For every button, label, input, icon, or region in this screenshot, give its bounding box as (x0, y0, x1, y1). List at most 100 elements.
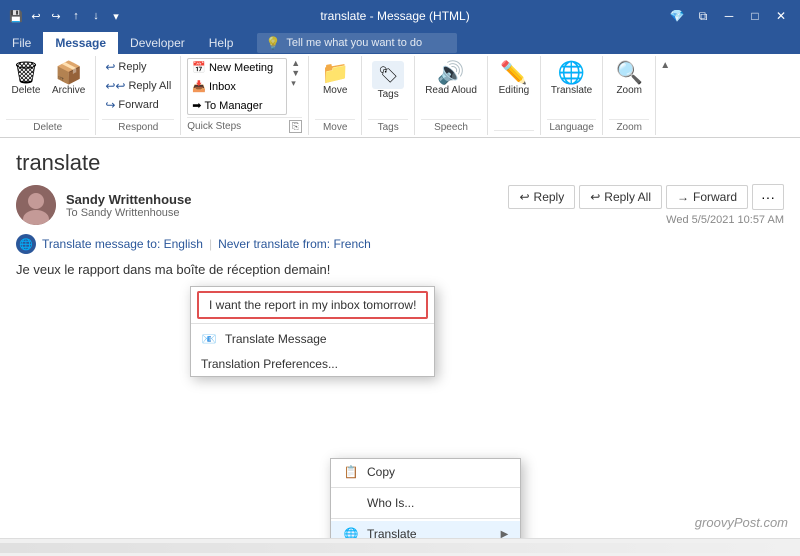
editing-buttons: ✏️ Editing (494, 58, 534, 128)
redo-icon[interactable]: ↪ (48, 8, 64, 24)
ribbon-content: 🗑 Delete 📦 Archive Delete ↩ R (0, 54, 800, 137)
watermark: groovyPost.com (695, 515, 788, 530)
tab-developer[interactable]: Developer (118, 32, 197, 54)
translationprefs-item[interactable]: Translation Preferences... (191, 352, 434, 376)
ribbon-group-delete: 🗑 Delete 📦 Archive Delete (0, 56, 96, 135)
respond-small-buttons: ↩ Reply ↩↩ Reply All ↪ Forward (102, 58, 174, 114)
move-button[interactable]: 📁 Move (315, 58, 355, 99)
zoom-button[interactable]: 🔍 Zoom (609, 58, 649, 99)
delete-icon: 🗑 (12, 61, 40, 85)
translatemessage-item[interactable]: 📧 Translate Message (191, 326, 434, 352)
submenu-separator (191, 323, 434, 324)
window-controls: 💎 ⧉ ─ □ ✕ (666, 5, 792, 27)
tags-button[interactable]: 🏷 Tags (368, 58, 408, 103)
titlebar: 💾 ↩ ↪ ↑ ↓ ▾ translate - Message (HTML) 💎… (0, 0, 800, 32)
email-content-area: translate Sandy Writtenhouse (0, 138, 800, 538)
ctx-copy[interactable]: 📋 Copy (331, 459, 520, 485)
language-buttons: 🌐 Translate (547, 58, 596, 117)
delete-group-buttons: 🗑 Delete 📦 Archive (6, 58, 89, 117)
delete-button[interactable]: 🗑 Delete (6, 58, 46, 99)
translate-separator: | (209, 237, 212, 251)
qs-expand-arrow[interactable]: ▾ (289, 78, 302, 89)
titlebar-left: 💾 ↩ ↪ ↑ ↓ ▾ (8, 8, 124, 24)
translate-icon: 🌐 (558, 61, 585, 85)
editing-group-label (494, 130, 534, 133)
ctx-translate-icon: 🌐 (343, 526, 359, 538)
respond-group-label: Respond (102, 119, 174, 133)
email-subject: translate (16, 150, 784, 176)
translate-globe-icon: 🌐 (16, 234, 36, 254)
more-options-button[interactable]: ··· (752, 184, 784, 210)
ctx-translate[interactable]: 🌐 Translate ▶ (331, 521, 520, 538)
tomanager-button[interactable]: ➡ To Manager (188, 97, 286, 114)
translate-ribbon-button[interactable]: 🌐 Translate (547, 58, 596, 99)
zoom-group-label: Zoom (609, 119, 649, 133)
save-icon[interactable]: 💾 (8, 8, 24, 24)
app-container: 💾 ↩ ↪ ↑ ↓ ▾ translate - Message (HTML) 💎… (0, 0, 800, 556)
inbox-button[interactable]: 📥 Inbox (188, 78, 286, 95)
readaloud-button[interactable]: 🔊 Read Aloud (421, 58, 481, 99)
forward-arrow-icon: → (677, 190, 689, 204)
respond-group-buttons: ↩ Reply ↩↩ Reply All ↪ Forward (102, 58, 174, 117)
speech-group-label: Speech (421, 119, 481, 133)
qs-up-arrow[interactable]: ▲ (289, 58, 302, 68)
tab-help[interactable]: Help (197, 32, 246, 54)
avatar (16, 185, 56, 225)
translate-result-item[interactable]: I want the report in my inbox tomorrow! (199, 293, 426, 317)
translate-to-english-link[interactable]: Translate message to: English (42, 237, 203, 251)
reply-buttons: ↩ Reply ↩ Reply All → Forward ··· (508, 184, 784, 210)
avatar-image (16, 185, 56, 225)
ribbon-group-respond: ↩ Reply ↩↩ Reply All ↪ Forward Respon (96, 56, 181, 135)
up-icon[interactable]: ↑ (68, 8, 84, 24)
editing-button[interactable]: ✏️ Editing (494, 58, 534, 99)
diamond-icon[interactable]: 💎 (666, 5, 688, 27)
collapse-icon: ▲ (660, 60, 670, 71)
newmeeting-button[interactable]: 📅 New Meeting (188, 59, 286, 76)
email-date: Wed 5/5/2021 10:57 AM (666, 214, 784, 226)
quicksteps-scroll: ▲ ▼ ▾ (289, 58, 302, 89)
ribbon-group-move: 📁 Move Move (309, 56, 362, 135)
translate-bar: 🌐 Translate message to: English | Never … (16, 234, 784, 254)
quicksteps-dialog-icon[interactable]: ⎘ (289, 120, 302, 133)
replyall-button[interactable]: ↩↩ Reply All (102, 77, 174, 95)
close-button[interactable]: ✕ (770, 5, 792, 27)
reply-email-button[interactable]: ↩ Reply (508, 185, 575, 209)
forward-icon: ↪ (105, 98, 115, 112)
customize-icon[interactable]: ▾ (108, 8, 124, 24)
tags-buttons: 🏷 Tags (368, 58, 408, 117)
status-bar (0, 538, 800, 556)
forward-button[interactable]: ↪ Forward (102, 96, 174, 114)
tell-me-input[interactable]: 💡 Tell me what you want to do (257, 33, 457, 53)
zoom-buttons: 🔍 Zoom (609, 58, 649, 117)
newmeeting-icon: 📅 (192, 61, 206, 74)
tab-file[interactable]: File (0, 32, 43, 54)
qs-down-arrow[interactable]: ▼ (289, 68, 302, 78)
reply-button[interactable]: ↩ Reply (102, 58, 174, 76)
quicksteps-group-label: Quick Steps ⎘ (187, 117, 302, 133)
speech-buttons: 🔊 Read Aloud (421, 58, 481, 117)
translate-submenu: I want the report in my inbox tomorrow! … (190, 286, 435, 377)
context-menu: 📋 Copy Who Is... 🌐 Translate ▶ 🔍 Search … (330, 458, 521, 538)
minimize-button[interactable]: ─ (718, 5, 740, 27)
tab-message[interactable]: Message (43, 32, 118, 54)
down-icon[interactable]: ↓ (88, 8, 104, 24)
archive-button[interactable]: 📦 Archive (48, 58, 89, 99)
restore-button[interactable]: ⧉ (692, 5, 714, 27)
replyall-arrow-icon: ↩ (590, 190, 600, 204)
maximize-button[interactable]: □ (744, 5, 766, 27)
zoom-icon: 🔍 (616, 61, 643, 85)
move-icon: 📁 (321, 61, 348, 85)
ctx-separator-1 (331, 487, 520, 488)
copy-icon: 📋 (343, 464, 359, 480)
forward-email-button[interactable]: → Forward (666, 185, 748, 209)
ribbon-collapse-button[interactable]: ▲ (656, 56, 674, 135)
email-header-row: Sandy Writtenhouse To Sandy Writtenhouse… (16, 184, 784, 226)
ribbon-group-editing: ✏️ Editing (488, 56, 541, 135)
ribbon-group-quicksteps: 📅 New Meeting 📥 Inbox ➡ To Manager (181, 56, 309, 135)
never-translate-link[interactable]: Never translate from: French (218, 237, 371, 251)
scrollbar[interactable] (0, 543, 800, 553)
ribbon-group-speech: 🔊 Read Aloud Speech (415, 56, 488, 135)
replyall-email-button[interactable]: ↩ Reply All (579, 185, 662, 209)
undo-icon[interactable]: ↩ (28, 8, 44, 24)
ctx-whois[interactable]: Who Is... (331, 490, 520, 516)
